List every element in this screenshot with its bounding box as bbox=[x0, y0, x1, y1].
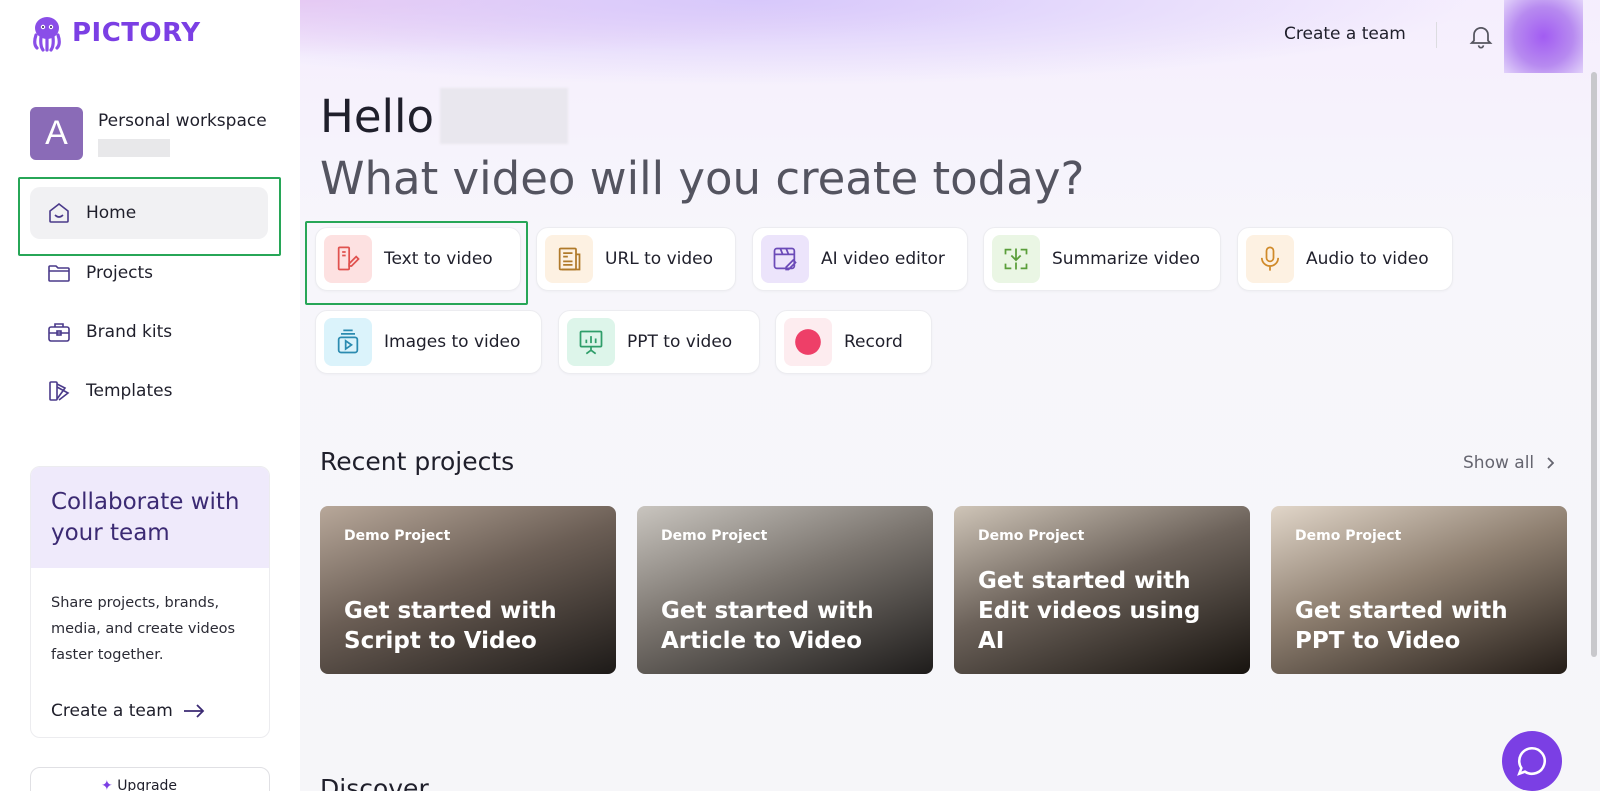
sidebar-item-label: Brand kits bbox=[86, 322, 173, 342]
ai-video-editor-icon bbox=[761, 235, 809, 283]
record-icon bbox=[784, 318, 832, 366]
action-label: Text to video bbox=[384, 249, 493, 269]
create-team-link[interactable]: Create a team bbox=[51, 701, 205, 721]
project-card[interactable]: Demo Project Get started with PPT to Vid… bbox=[1271, 506, 1567, 674]
text-to-video-button[interactable]: Text to video bbox=[315, 227, 521, 291]
sidebar: PICTORY A Personal workspace Home Projec… bbox=[0, 0, 300, 791]
sidebar-item-home[interactable]: Home bbox=[30, 187, 268, 239]
collaborate-title: Collaborate with your team bbox=[51, 489, 240, 546]
summarize-video-icon bbox=[992, 235, 1040, 283]
action-label: Summarize video bbox=[1052, 249, 1201, 269]
ai-video-editor-button[interactable]: AI video editor bbox=[752, 227, 968, 291]
upgrade-button[interactable]: ✦ Upgrade bbox=[30, 767, 270, 791]
workspace-switcher[interactable]: A Personal workspace bbox=[30, 107, 267, 160]
audio-to-video-button[interactable]: Audio to video bbox=[1237, 227, 1453, 291]
sidebar-item-brand-kits[interactable]: Brand kits bbox=[20, 306, 280, 358]
images-to-video-icon bbox=[324, 318, 372, 366]
scrollbar[interactable] bbox=[1591, 72, 1597, 657]
project-card[interactable]: Demo Project Get started with Script to … bbox=[320, 506, 616, 674]
sidebar-item-label: Home bbox=[86, 203, 137, 223]
workspace-name: Personal workspace bbox=[98, 111, 267, 131]
project-title: Get started with Edit videos using AI bbox=[978, 568, 1201, 654]
templates-icon bbox=[46, 378, 72, 404]
project-title: Get started with Article to Video bbox=[661, 598, 874, 654]
recent-projects-heading: Recent projects bbox=[320, 447, 515, 476]
pictory-logo[interactable]: PICTORY bbox=[28, 14, 201, 52]
show-all-link[interactable]: Show all bbox=[1463, 453, 1555, 473]
folder-icon bbox=[46, 260, 72, 286]
greeting: Hello bbox=[320, 88, 569, 144]
user-avatar[interactable] bbox=[1504, 0, 1583, 73]
brand-name: PICTORY bbox=[72, 18, 201, 48]
text-to-video-icon bbox=[324, 235, 372, 283]
page-subtitle: What video will you create today? bbox=[320, 152, 1085, 205]
chat-support-button[interactable] bbox=[1502, 731, 1562, 791]
workspace-avatar: A bbox=[30, 107, 83, 160]
sidebar-item-templates[interactable]: Templates bbox=[20, 365, 280, 417]
project-title: Get started with Script to Video bbox=[344, 598, 557, 654]
upgrade-label: Upgrade bbox=[117, 778, 178, 791]
presentation-icon bbox=[567, 318, 615, 366]
notification-bell-icon[interactable] bbox=[1467, 22, 1495, 50]
sparkle-icon: ✦ bbox=[101, 778, 113, 791]
project-title: Get started with PPT to Video bbox=[1295, 598, 1508, 654]
user-name-redacted bbox=[440, 88, 569, 144]
briefcase-icon bbox=[46, 319, 72, 345]
url-to-video-icon bbox=[545, 235, 593, 283]
project-card[interactable]: Demo Project Get started with Edit video… bbox=[954, 506, 1250, 674]
record-button[interactable]: Record bbox=[775, 310, 932, 374]
ppt-to-video-button[interactable]: PPT to video bbox=[558, 310, 760, 374]
action-label: PPT to video bbox=[627, 332, 733, 352]
home-icon bbox=[46, 200, 72, 226]
chevron-right-icon bbox=[1547, 457, 1555, 469]
create-team-label: Create a team bbox=[51, 701, 173, 721]
url-to-video-button[interactable]: URL to video bbox=[536, 227, 736, 291]
project-tag: Demo Project bbox=[978, 528, 1085, 544]
sidebar-nav: Home Projects Brand kits Templates bbox=[20, 177, 280, 424]
chat-bubble-icon bbox=[1517, 746, 1546, 776]
collaborate-description: Share projects, brands, media, and creat… bbox=[51, 595, 236, 663]
action-label: URL to video bbox=[605, 249, 714, 269]
show-all-label: Show all bbox=[1463, 453, 1535, 473]
action-label: Audio to video bbox=[1306, 249, 1429, 269]
collaborate-card: Collaborate with your team Share project… bbox=[30, 466, 270, 738]
greeting-hello: Hello bbox=[320, 89, 435, 143]
project-card[interactable]: Demo Project Get started with Article to… bbox=[637, 506, 933, 674]
workspace-email-redacted bbox=[98, 139, 170, 157]
microphone-icon bbox=[1246, 235, 1294, 283]
main-content: Create a team Hello What video will you … bbox=[300, 0, 1600, 791]
action-label: Images to video bbox=[384, 332, 521, 352]
sidebar-item-label: Projects bbox=[86, 263, 154, 283]
topbar-create-team-button[interactable]: Create a team bbox=[1284, 24, 1406, 44]
arrow-right-icon bbox=[183, 704, 205, 718]
images-to-video-button[interactable]: Images to video bbox=[315, 310, 542, 374]
project-tag: Demo Project bbox=[661, 528, 768, 544]
sidebar-item-label: Templates bbox=[86, 381, 173, 401]
discover-heading: Discover bbox=[320, 774, 429, 791]
sidebar-item-projects[interactable]: Projects bbox=[20, 247, 280, 299]
project-tag: Demo Project bbox=[1295, 528, 1402, 544]
action-label: Record bbox=[844, 332, 903, 352]
project-tag: Demo Project bbox=[344, 528, 451, 544]
summarize-video-button[interactable]: Summarize video bbox=[983, 227, 1221, 291]
action-label: AI video editor bbox=[821, 249, 945, 269]
octopus-logo-icon bbox=[33, 17, 61, 52]
